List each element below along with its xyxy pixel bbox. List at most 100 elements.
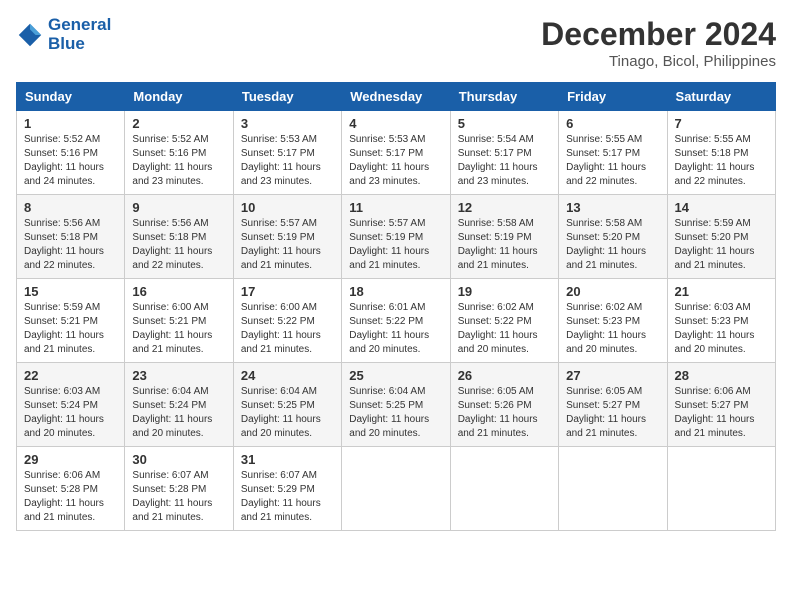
day-number: 19 (458, 284, 551, 299)
day-cell: 13 Sunrise: 5:58 AM Sunset: 5:20 PM Dayli… (559, 195, 667, 279)
day-info: Sunrise: 5:52 AM Sunset: 5:16 PM Dayligh… (24, 133, 117, 189)
day-cell: 21Sunrise: 6:03 AM Sunset: 5:23 PM Dayli… (667, 279, 775, 363)
day-cell: 18Sunrise: 6:01 AM Sunset: 5:22 PM Dayli… (342, 279, 450, 363)
day-cell: 8 Sunrise: 5:56 AM Sunset: 5:18 PM Daylig… (17, 195, 125, 279)
day-number: 15 (24, 284, 117, 299)
day-cell: 14 Sunrise: 5:59 AM Sunset: 5:20 PM Dayli… (667, 195, 775, 279)
day-number: 14 (675, 200, 768, 215)
day-number: 6 (566, 116, 659, 131)
day-number: 29 (24, 452, 117, 467)
day-info: Sunrise: 5:58 AM Sunset: 5:19 PM Dayligh… (458, 217, 551, 273)
day-number: 13 (566, 200, 659, 215)
day-cell: 26 Sunrise: 6:05 AM Sunset: 5:26 PM Dayli… (450, 363, 558, 447)
day-number: 18 (349, 284, 442, 299)
day-info: Sunrise: 6:07 AM Sunset: 5:28 PM Dayligh… (132, 469, 225, 525)
day-info: Sunrise: 6:02 AM Sunset: 5:22 PM Dayligh… (458, 301, 551, 357)
day-info: Sunrise: 5:58 AM Sunset: 5:20 PM Dayligh… (566, 217, 659, 273)
location: Tinago, Bicol, Philippines (541, 53, 776, 70)
day-number: 23 (132, 368, 225, 383)
day-cell: 7Sunrise: 5:55 AM Sunset: 5:18 PM Daylig… (667, 111, 775, 195)
day-cell: 29Sunrise: 6:06 AM Sunset: 5:28 PM Dayli… (17, 447, 125, 531)
month-year: December 2024 (541, 16, 776, 53)
day-cell: 19 Sunrise: 6:02 AM Sunset: 5:22 PM Dayli… (450, 279, 558, 363)
day-cell: 22Sunrise: 6:03 AM Sunset: 5:24 PM Dayli… (17, 363, 125, 447)
day-info: Sunrise: 6:07 AM Sunset: 5:29 PM Dayligh… (241, 469, 334, 525)
day-number: 27 (566, 368, 659, 383)
day-cell: 6 Sunrise: 5:55 AM Sunset: 5:17 PM Daylig… (559, 111, 667, 195)
day-info: Sunrise: 5:55 AM Sunset: 5:17 PM Dayligh… (566, 133, 659, 189)
day-cell: 17Sunrise: 6:00 AM Sunset: 5:22 PM Dayli… (233, 279, 341, 363)
day-info: Sunrise: 5:56 AM Sunset: 5:18 PM Dayligh… (24, 217, 117, 273)
day-info: Sunrise: 5:57 AM Sunset: 5:19 PM Dayligh… (349, 217, 442, 273)
day-number: 28 (675, 368, 768, 383)
day-info: Sunrise: 6:04 AM Sunset: 5:25 PM Dayligh… (241, 385, 334, 441)
day-number: 17 (241, 284, 334, 299)
day-cell: 3 Sunrise: 5:53 AM Sunset: 5:17 PM Daylig… (233, 111, 341, 195)
day-cell: 25 Sunrise: 6:04 AM Sunset: 5:25 PM Dayli… (342, 363, 450, 447)
day-info: Sunrise: 5:59 AM Sunset: 5:20 PM Dayligh… (675, 217, 768, 273)
day-cell: 16 Sunrise: 6:00 AM Sunset: 5:21 PM Dayli… (125, 279, 233, 363)
day-number: 5 (458, 116, 551, 131)
day-info: Sunrise: 5:53 AM Sunset: 5:17 PM Dayligh… (241, 133, 334, 189)
week-row-5: 29Sunrise: 6:06 AM Sunset: 5:28 PM Dayli… (17, 447, 776, 531)
title-area: December 2024 Tinago, Bicol, Philippines (541, 16, 776, 70)
day-cell: 27 Sunrise: 6:05 AM Sunset: 5:27 PM Dayli… (559, 363, 667, 447)
day-number: 7 (675, 116, 768, 131)
day-number: 16 (132, 284, 225, 299)
day-cell: 28 Sunrise: 6:06 AM Sunset: 5:27 PM Dayli… (667, 363, 775, 447)
calendar-body: 1 Sunrise: 5:52 AM Sunset: 5:16 PM Daylig… (17, 111, 776, 531)
day-info: Sunrise: 6:05 AM Sunset: 5:26 PM Dayligh… (458, 385, 551, 441)
day-info: Sunrise: 5:54 AM Sunset: 5:17 PM Dayligh… (458, 133, 551, 189)
day-number: 21 (675, 284, 768, 299)
day-number: 1 (24, 116, 117, 131)
day-cell: 9Sunrise: 5:56 AM Sunset: 5:18 PM Daylig… (125, 195, 233, 279)
day-number: 22 (24, 368, 117, 383)
day-number: 25 (349, 368, 442, 383)
day-cell: 31 Sunrise: 6:07 AM Sunset: 5:29 PM Dayli… (233, 447, 341, 531)
day-cell: 12 Sunrise: 5:58 AM Sunset: 5:19 PM Dayli… (450, 195, 558, 279)
day-cell: 5 Sunrise: 5:54 AM Sunset: 5:17 PM Daylig… (450, 111, 558, 195)
weekday-header-tuesday: Tuesday (233, 83, 341, 111)
calendar-table: SundayMondayTuesdayWednesdayThursdayFrid… (16, 82, 776, 531)
day-info: Sunrise: 6:06 AM Sunset: 5:27 PM Dayligh… (675, 385, 768, 441)
day-number: 26 (458, 368, 551, 383)
day-cell: 23 Sunrise: 6:04 AM Sunset: 5:24 PM Dayli… (125, 363, 233, 447)
day-cell (342, 447, 450, 531)
day-info: Sunrise: 6:04 AM Sunset: 5:24 PM Dayligh… (132, 385, 225, 441)
day-number: 2 (132, 116, 225, 131)
week-row-2: 8 Sunrise: 5:56 AM Sunset: 5:18 PM Daylig… (17, 195, 776, 279)
day-cell (559, 447, 667, 531)
day-info: Sunrise: 6:04 AM Sunset: 5:25 PM Dayligh… (349, 385, 442, 441)
weekday-header-sunday: Sunday (17, 83, 125, 111)
day-cell: 24Sunrise: 6:04 AM Sunset: 5:25 PM Dayli… (233, 363, 341, 447)
day-cell: 10Sunrise: 5:57 AM Sunset: 5:19 PM Dayli… (233, 195, 341, 279)
day-info: Sunrise: 6:00 AM Sunset: 5:21 PM Dayligh… (132, 301, 225, 357)
weekday-header-friday: Friday (559, 83, 667, 111)
day-cell: 4Sunrise: 5:53 AM Sunset: 5:17 PM Daylig… (342, 111, 450, 195)
week-row-4: 22Sunrise: 6:03 AM Sunset: 5:24 PM Dayli… (17, 363, 776, 447)
day-number: 8 (24, 200, 117, 215)
weekday-header-row: SundayMondayTuesdayWednesdayThursdayFrid… (17, 83, 776, 111)
day-info: Sunrise: 5:56 AM Sunset: 5:18 PM Dayligh… (132, 217, 225, 273)
day-number: 12 (458, 200, 551, 215)
day-cell (450, 447, 558, 531)
day-cell: 11 Sunrise: 5:57 AM Sunset: 5:19 PM Dayli… (342, 195, 450, 279)
day-cell: 1 Sunrise: 5:52 AM Sunset: 5:16 PM Daylig… (17, 111, 125, 195)
day-info: Sunrise: 5:59 AM Sunset: 5:21 PM Dayligh… (24, 301, 117, 357)
day-number: 31 (241, 452, 334, 467)
day-cell (667, 447, 775, 531)
day-info: Sunrise: 6:05 AM Sunset: 5:27 PM Dayligh… (566, 385, 659, 441)
week-row-3: 15 Sunrise: 5:59 AM Sunset: 5:21 PM Dayli… (17, 279, 776, 363)
day-info: Sunrise: 6:02 AM Sunset: 5:23 PM Dayligh… (566, 301, 659, 357)
day-cell: 30Sunrise: 6:07 AM Sunset: 5:28 PM Dayli… (125, 447, 233, 531)
day-number: 11 (349, 200, 442, 215)
weekday-header-wednesday: Wednesday (342, 83, 450, 111)
day-number: 3 (241, 116, 334, 131)
header: General Blue December 2024 Tinago, Bicol… (16, 16, 776, 70)
weekday-header-thursday: Thursday (450, 83, 558, 111)
day-cell: 2Sunrise: 5:52 AM Sunset: 5:16 PM Daylig… (125, 111, 233, 195)
logo: General Blue (16, 16, 111, 53)
day-cell: 20Sunrise: 6:02 AM Sunset: 5:23 PM Dayli… (559, 279, 667, 363)
logo-text: General Blue (48, 16, 111, 53)
day-info: Sunrise: 5:53 AM Sunset: 5:17 PM Dayligh… (349, 133, 442, 189)
